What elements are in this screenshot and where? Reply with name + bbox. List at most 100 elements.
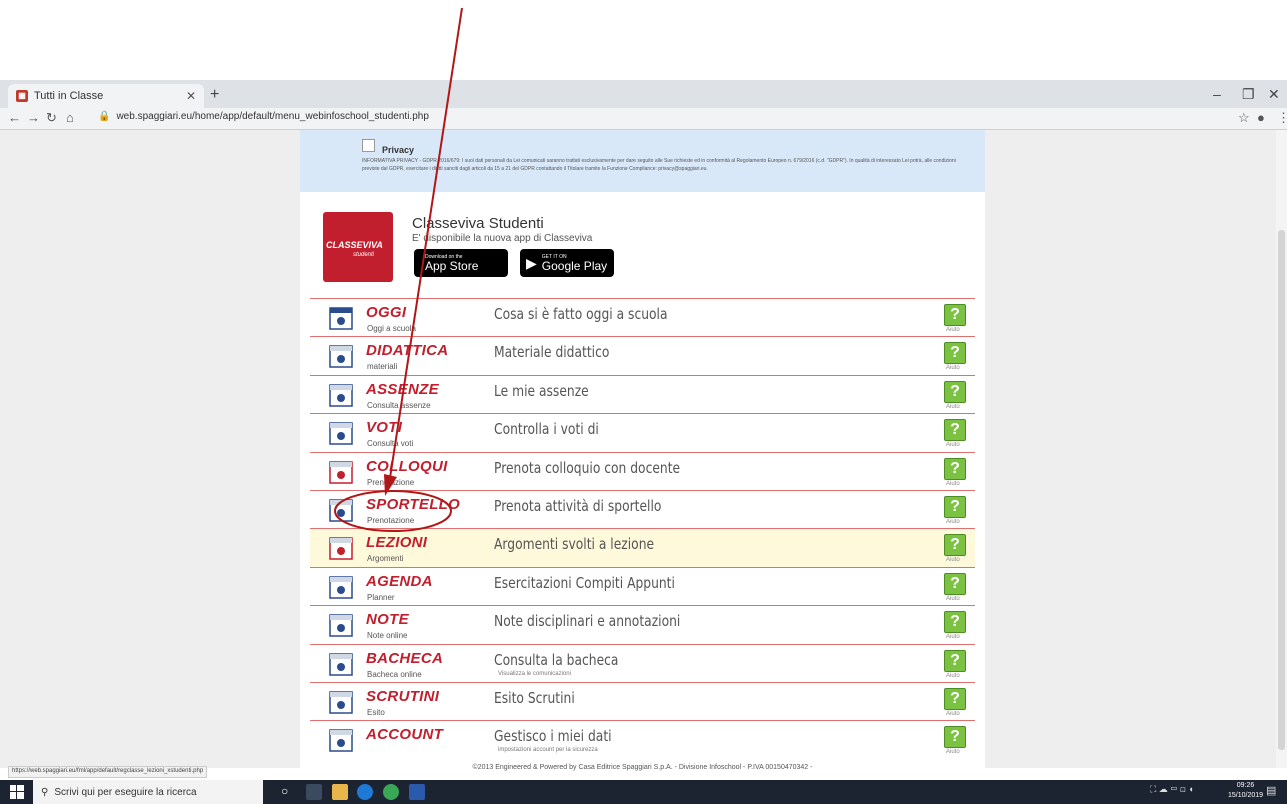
privacy-checkbox[interactable] [362,139,375,152]
notifications-icon[interactable]: ▤ [1266,784,1276,797]
menu-row-note[interactable]: NOTE Note online Note disciplinari e annot… [310,605,975,644]
menu-item-desc[interactable]: Prenota colloquio con docente [494,459,680,477]
menu-item-desc[interactable]: Le mie assenze [494,382,589,400]
menu-item-desc[interactable]: Prenota attività di sportello [494,497,661,515]
help-icon[interactable]: ? [944,457,966,480]
menu-item-name[interactable]: SCRUTINI [366,688,439,705]
menu-row-didattica[interactable]: DIDATTICA materiali Materiale didattico? Ai… [310,336,975,375]
menu-item-desc[interactable]: Esercitazioni Compiti Appunti [494,574,675,592]
menu-row-account[interactable]: ACCOUNT Gestisco i miei dati impostazioni … [310,720,975,759]
menu-item-name[interactable]: NOTE [366,611,409,628]
windows-start-icon[interactable] [10,785,24,799]
menu-list: OGGI Oggi a scuola Cosa si è fatto oggi a … [310,298,975,759]
menu-row-voti[interactable]: VOTI Consulta voti Controlla i voti di? Aiu… [310,413,975,452]
help-label: Aiuto [946,403,960,410]
restore-icon[interactable]: ❐ [1242,86,1255,103]
menu-item-name[interactable]: BACHECA [366,650,443,667]
menu-dots-icon[interactable]: ⋮ [1277,110,1287,126]
menu-item-name[interactable]: OGGI [366,304,406,321]
menu-item-desc[interactable]: Esito Scrutini [494,689,575,707]
menu-item-name[interactable]: DIDATTICA [366,342,448,359]
clock-date: 15/10/2019 [1228,792,1264,799]
menu-item-name[interactable]: SPORTELLO [366,496,460,513]
menu-row-agenda[interactable]: AGENDA Planner Esercitazioni Compiti Appun… [310,566,975,606]
menu-item-desc[interactable]: Materiale didattico [494,343,609,361]
menu-item-desc[interactable]: Argomenti svolti a lezione [494,535,654,553]
tray-icons[interactable]: ⛶ ☁ ▭ ⊡ ◖ [1150,784,1194,795]
menu-item-name[interactable]: ASSENZE [366,381,439,398]
new-tab-icon[interactable]: + [210,86,219,104]
home-icon[interactable]: ⌂ [66,110,74,125]
url-field[interactable]: 🔒 web.spaggiari.eu/home/app/default/menu_… [98,111,429,122]
forward-icon[interactable]: → [27,110,40,125]
menu-item-desc2: impostazioni account per la sicurezza [498,747,598,754]
profile-icon[interactable]: ● [1257,110,1265,125]
scrollbar[interactable] [1276,130,1287,768]
app-store-button[interactable]: Download on the App Store [414,249,508,277]
teacher-icon [329,537,353,561]
word-icon[interactable] [409,784,425,800]
taskbar-clock[interactable]: 09:26 15/10/2019 [1228,781,1263,801]
grid-icon [329,384,353,407]
menu-row-bacheca[interactable]: BACHECA Bacheca online Consulta la bacheca… [310,643,975,682]
promo-subtitle: E' disponibile la nuova app di Classeviv… [412,233,593,244]
help-icon[interactable]: ? [944,534,966,557]
help-label: Aiuto [946,518,960,525]
task-view-icon[interactable] [306,784,322,800]
menu-item-sub: Oggi a scuola [367,324,416,333]
menu-row-colloqui[interactable]: COLLOQUI Prenotazione Prenota colloquio co… [310,451,975,490]
help-icon[interactable]: ? [944,611,966,634]
menu-row-scrutini[interactable]: SCRUTINI Esito Esito Scrutini? Aiuto [310,681,975,721]
menu-item-desc[interactable]: Gestisco i miei dati [494,727,612,745]
menu-item-desc[interactable]: Consulta la bacheca [494,651,618,669]
play-icon: ▶ [526,254,537,271]
help-icon[interactable]: ? [944,342,966,365]
help-label: Aiuto [946,634,960,641]
menu-item-name[interactable]: VOTI [366,419,402,436]
taskbar-search-placeholder: Scrivi qui per eseguire la ricerca [54,786,197,798]
help-icon[interactable]: ? [944,419,966,442]
reload-icon[interactable]: ↻ [46,110,57,126]
menu-row-lezioni[interactable]: LEZIONI Argomenti Argomenti svolti a lezio… [310,528,975,567]
cortana-icon[interactable]: ○ [281,784,297,800]
close-window-icon[interactable]: ✕ [1268,86,1280,103]
browser-tab[interactable]: ▦ Tutti in Classe ✕ [8,84,204,108]
menu-item-name[interactable]: LEZIONI [366,534,427,551]
logo-text: CLASSEVIVA [326,240,383,250]
back-icon[interactable]: ← [8,110,21,125]
person-desk-icon [329,499,353,522]
menu-row-sportello[interactable]: SPORTELLO Prenotazione Prenota attività di… [310,489,975,529]
help-icon[interactable]: ? [944,687,966,710]
menu-item-sub: Argomenti [367,554,404,564]
scrollbar-thumb[interactable] [1278,230,1285,750]
taskbar-search[interactable]: ⚲ Scrivi qui per eseguire la ricerca [33,780,263,804]
menu-item-desc[interactable]: Cosa si è fatto oggi a scuola [494,305,667,323]
help-icon[interactable]: ? [944,726,966,749]
file-explorer-icon[interactable] [332,784,348,800]
tab-favicon-icon: ▦ [16,90,28,102]
board-icon [329,345,353,369]
chrome-icon[interactable] [383,784,399,800]
google-play-button[interactable]: ▶ GET IT ON Google Play [520,249,614,277]
menu-item-sub: Esito [367,707,385,717]
edge-icon[interactable] [357,784,373,800]
menu-row-oggi[interactable]: OGGI Oggi a scuola Cosa si è fatto oggi a … [310,298,975,337]
help-label: Aiuto [946,749,960,756]
menu-item-desc[interactable]: Note disciplinari e annotazioni [494,612,680,630]
help-icon[interactable]: ? [944,572,966,595]
minimize-icon[interactable]: – [1213,86,1221,102]
help-label: Aiuto [946,480,960,487]
menu-item-name[interactable]: ACCOUNT [366,726,443,743]
help-icon[interactable]: ? [944,649,966,672]
grade-icon [329,422,353,445]
menu-row-assenze[interactable]: ASSENZE Consulta assenze Le mie assenze? Ai… [310,374,975,414]
tab-close-icon[interactable]: ✕ [186,89,196,103]
help-icon[interactable]: ? [944,380,966,403]
tab-title: Tutti in Classe [34,90,104,102]
help-icon[interactable]: ? [944,304,966,326]
menu-item-desc[interactable]: Controlla i voti di [494,420,599,438]
menu-item-name[interactable]: COLLOQUI [366,458,448,475]
help-icon[interactable]: ? [944,495,966,518]
menu-item-name[interactable]: AGENDA [366,573,433,590]
bookmark-star-icon[interactable]: ☆ [1238,110,1250,126]
